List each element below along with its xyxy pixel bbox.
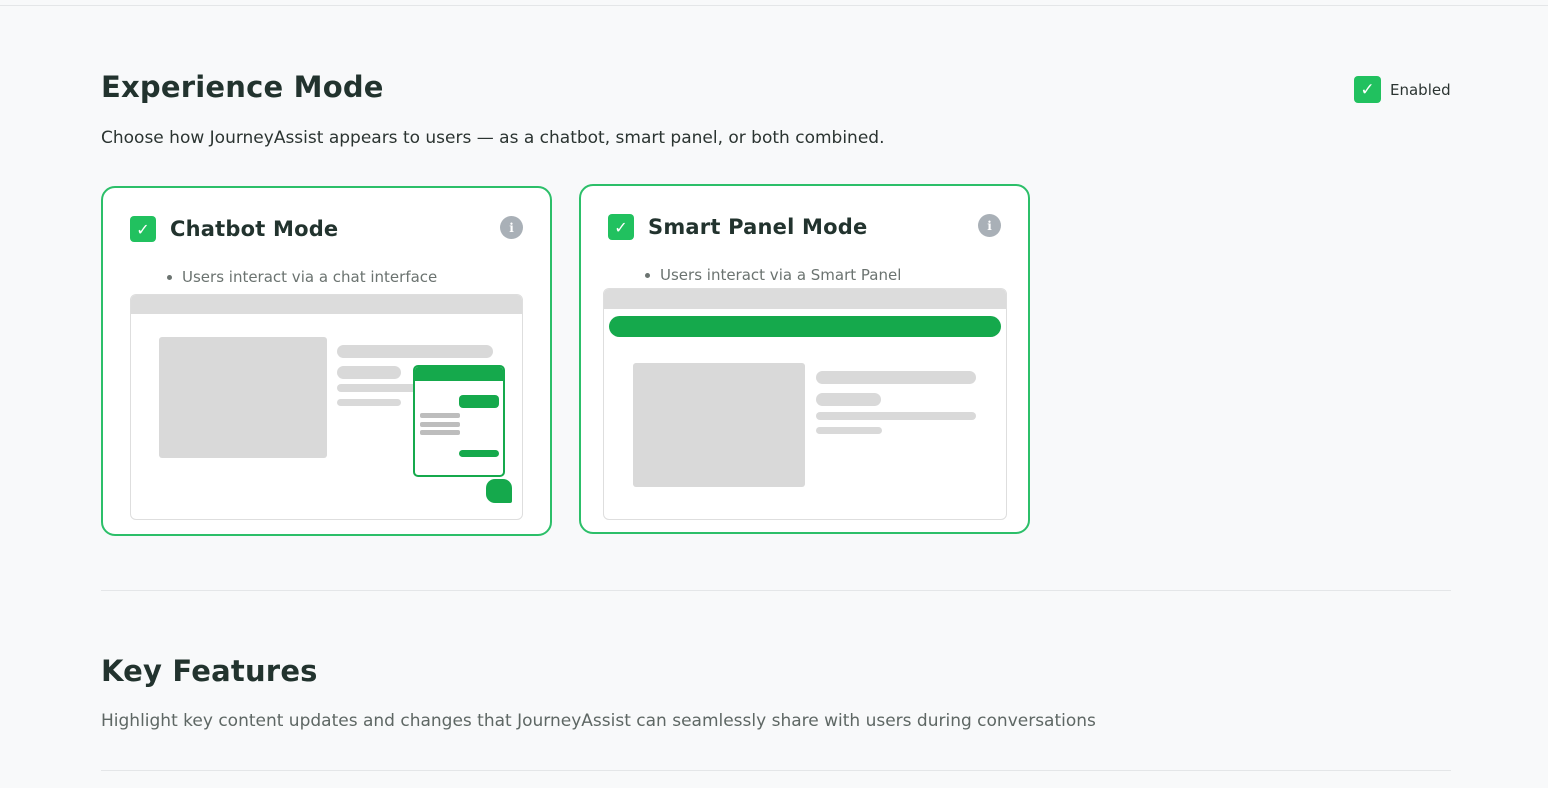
- card-bullet: Users interact via a chat interface: [167, 268, 437, 286]
- preview-chat-window: [413, 365, 505, 477]
- info-icon[interactable]: i: [500, 216, 523, 239]
- top-divider: [0, 5, 1548, 6]
- card-title: Smart Panel Mode: [648, 215, 868, 239]
- preview-chat-launcher: [486, 479, 512, 503]
- preview-text-line: [337, 384, 417, 392]
- smart-panel-preview-illustration: [603, 288, 1007, 520]
- preview-text-line: [337, 399, 401, 406]
- preview-text-line: [816, 393, 881, 406]
- preview-text-line: [337, 345, 493, 358]
- key-features-description: Highlight key content updates and change…: [101, 711, 1096, 731]
- preview-text-line: [816, 412, 976, 420]
- preview-image-block: [159, 337, 327, 458]
- section-divider: [101, 770, 1451, 771]
- chatbot-preview-illustration: [130, 294, 523, 520]
- preview-chat-line: [420, 422, 460, 427]
- experience-mode-title: Experience Mode: [101, 70, 384, 104]
- preview-text-line: [816, 427, 882, 434]
- preview-text-line: [337, 366, 401, 379]
- preview-browser-bar: [131, 295, 522, 314]
- preview-smart-panel-bar: [609, 316, 1001, 337]
- checkbox-icon[interactable]: ✓: [1354, 76, 1381, 103]
- chatbot-mode-card[interactable]: ✓ Chatbot Mode i Users interact via a ch…: [101, 186, 552, 536]
- key-features-title: Key Features: [101, 654, 318, 688]
- preview-image-block: [633, 363, 805, 487]
- experience-mode-description: Choose how JourneyAssist appears to user…: [101, 128, 885, 148]
- card-title: Chatbot Mode: [170, 217, 339, 241]
- preview-chat-line: [420, 430, 460, 435]
- section-divider: [101, 590, 1451, 591]
- card-header: ✓ Chatbot Mode: [130, 216, 338, 242]
- checkbox-icon[interactable]: ✓: [130, 216, 156, 242]
- preview-browser-bar: [604, 289, 1006, 309]
- smart-panel-mode-card[interactable]: ✓ Smart Panel Mode i Users interact via …: [579, 184, 1030, 534]
- preview-text-line: [816, 371, 976, 384]
- enabled-label: Enabled: [1390, 80, 1451, 99]
- card-bullet: Users interact via a Smart Panel: [645, 266, 901, 284]
- preview-chat-bubble: [459, 450, 499, 457]
- preview-chat-header: [415, 367, 503, 381]
- preview-chat-bubble: [459, 395, 499, 408]
- checkbox-icon[interactable]: ✓: [608, 214, 634, 240]
- card-header: ✓ Smart Panel Mode: [608, 214, 867, 240]
- preview-chat-line: [420, 413, 460, 418]
- enabled-toggle[interactable]: ✓ Enabled: [1354, 76, 1451, 103]
- info-icon[interactable]: i: [978, 214, 1001, 237]
